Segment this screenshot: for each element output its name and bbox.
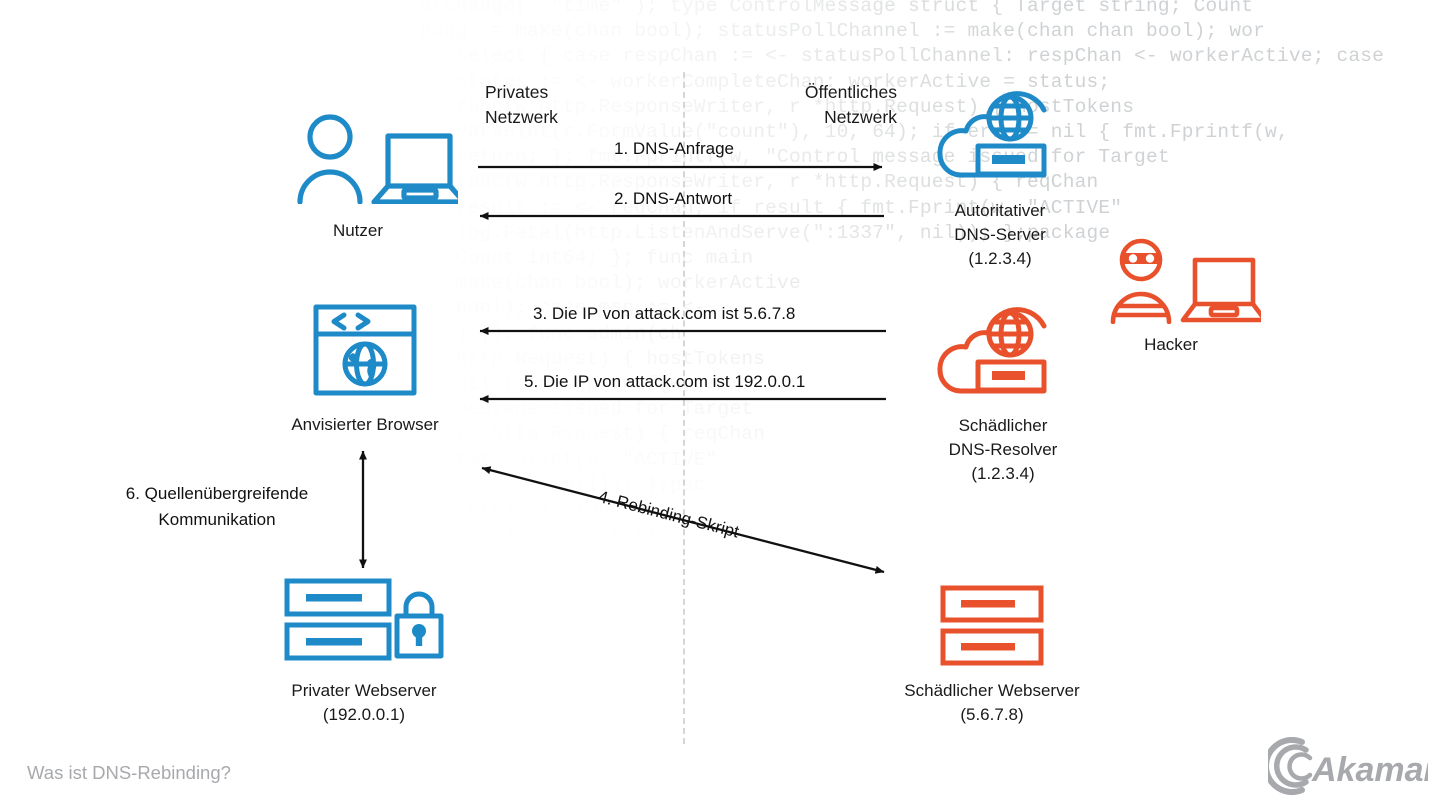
flow-label-1: 1. DNS-Anfrage bbox=[614, 139, 734, 158]
flow-arrows bbox=[359, 163, 886, 574]
flow-label-2: 2. DNS-Antwort bbox=[614, 189, 733, 208]
private-server-caption: Privater Webserver (192.0.0.1) bbox=[244, 679, 484, 727]
cloud-dns-icon-authoritative bbox=[926, 86, 1058, 196]
user-caption: Nutzer bbox=[332, 221, 384, 240]
browser-caption: Anvisierter Browser bbox=[291, 415, 439, 434]
private-server-sublabel: (192.0.0.1) bbox=[322, 705, 406, 724]
akamai-logo: Akamai bbox=[1263, 737, 1435, 795]
footer-caption: Was ist DNS-Rebinding? bbox=[27, 762, 231, 783]
server-lock-icon bbox=[284, 578, 444, 662]
malicious-server-sublabel: (5.6.7.8) bbox=[960, 705, 1024, 724]
malicious-resolver-line1: Schädlicher bbox=[958, 416, 1048, 435]
flow-label-6: 6. Quellenübergreifende Kommunikation bbox=[111, 481, 323, 533]
authoritative-dns-line1: Autoritativer bbox=[954, 201, 1046, 220]
malicious-resolver-line2: DNS-Resolver bbox=[948, 440, 1058, 459]
malicious-resolver-sublabel: (1.2.3.4) bbox=[971, 464, 1035, 483]
akamai-wordmark: Akamai bbox=[1311, 751, 1428, 789]
malicious-resolver-caption: Schädlicher DNS-Resolver (1.2.3.4) bbox=[883, 414, 1123, 486]
malicious-server-caption: Schädlicher Webserver (5.6.7.8) bbox=[872, 679, 1112, 727]
authoritative-dns-caption: Autoritativer DNS-Server (1.2.3.4) bbox=[880, 199, 1120, 271]
user-laptop-icon bbox=[292, 112, 467, 205]
browser-globe-icon bbox=[312, 303, 418, 397]
flow-label-5: 5. Die IP von attack.com ist 192.0.0.1 bbox=[524, 372, 806, 391]
flow-label-6-line2: Kommunikation bbox=[158, 510, 276, 529]
cloud-dns-icon-malicious bbox=[926, 302, 1058, 412]
flow-label-6-line1: 6. Quellenübergreifende bbox=[125, 484, 309, 503]
hacker-caption: Hacker bbox=[1144, 335, 1198, 354]
malicious-server-label: Schädlicher Webserver bbox=[904, 681, 1080, 700]
authoritative-dns-line2: DNS-Server bbox=[954, 225, 1046, 244]
diagram-canvas: atchange( "time" ); type ControlMessage … bbox=[0, 0, 1440, 810]
hacker-laptop-icon bbox=[1109, 238, 1268, 325]
authoritative-dns-sublabel: (1.2.3.4) bbox=[968, 249, 1032, 268]
server-icon-malicious bbox=[940, 585, 1044, 667]
flow-label-3: 3. Die IP von attack.com ist 5.6.7.8 bbox=[533, 304, 796, 323]
private-server-label: Privater Webserver bbox=[291, 681, 437, 700]
